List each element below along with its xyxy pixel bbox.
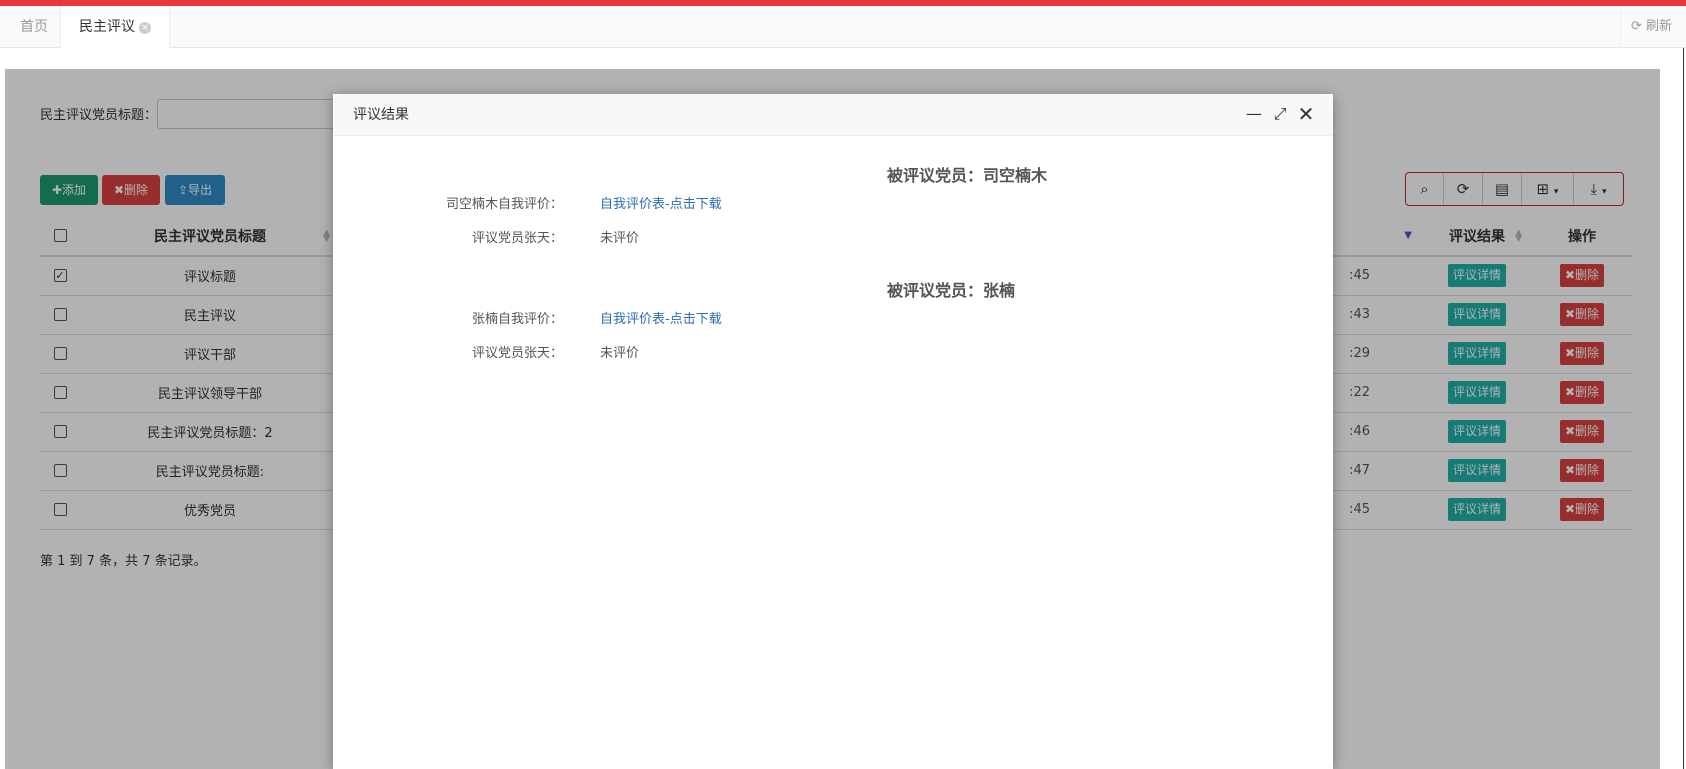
tab-home[interactable]: 首页 — [2, 6, 66, 48]
self-eval-download-link[interactable]: 自我评价表-点击下载 — [600, 193, 722, 212]
member-heading: 被评议党员：张楠 — [887, 281, 1016, 300]
reviewer-label: 评议党员张天： — [471, 346, 563, 361]
right-edge-line — [1683, 48, 1684, 769]
tab-close-icon[interactable]: × — [139, 22, 151, 34]
dialog-title: 评议结果 — [353, 107, 409, 123]
self-eval-download-link[interactable]: 自我评价表-点击下载 — [600, 308, 722, 327]
minimize-icon[interactable]: — — [1244, 104, 1264, 124]
tab-label: 民主评议 — [79, 19, 135, 35]
close-icon[interactable]: ✕ — [1296, 104, 1316, 124]
reviewer-value: 未评价 — [600, 346, 640, 361]
reviewer-label: 评议党员张天： — [471, 231, 563, 246]
self-eval-label: 司空楠木自我评价： — [445, 197, 563, 212]
dialog-header: 评议结果 — ⤢ ✕ — [333, 94, 1333, 136]
member-heading: 被评议党员：司空楠木 — [887, 166, 1048, 185]
tab-bar: 首页 民主评议 × ⟳ 刷新 — [0, 6, 1686, 48]
reviewer-value: 未评价 — [600, 231, 640, 246]
self-eval-label: 张楠自我评价： — [471, 312, 563, 327]
refresh-icon: ⟳ — [1630, 19, 1642, 34]
maximize-icon[interactable]: ⤢ — [1270, 104, 1290, 124]
refresh-label: 刷新 — [1645, 19, 1672, 34]
refresh-button[interactable]: ⟳ 刷新 — [1619, 6, 1672, 48]
tab-democratic-review[interactable]: 民主评议 × — [60, 6, 170, 48]
review-result-dialog: 评议结果 — ⤢ ✕ 被评议党员：司空楠木 司空楠木自我评价： 自我评价表-点击… — [333, 94, 1333, 769]
